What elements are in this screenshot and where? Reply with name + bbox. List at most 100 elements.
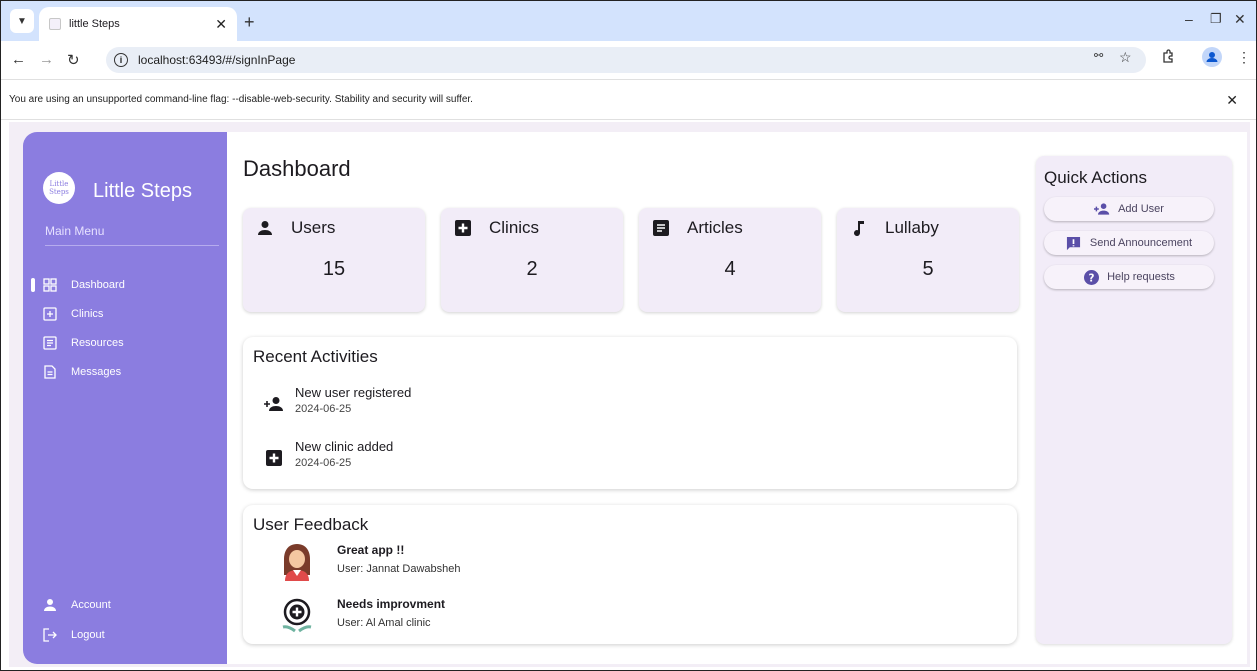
feedback-title: Great app !!: [337, 543, 405, 557]
minimize-icon[interactable]: –: [1185, 11, 1193, 27]
browser-tab[interactable]: little Steps ✕: [39, 7, 237, 41]
sidebar-item-dashboard[interactable]: Dashboard: [43, 273, 125, 297]
warning-infobar: You are using an unsupported command-lin…: [1, 79, 1256, 120]
bookmark-star-icon[interactable]: ☆: [1119, 49, 1132, 66]
stat-label: Lullaby: [885, 218, 939, 237]
activity-date: 2024-06-25: [295, 403, 352, 415]
stat-card-lullaby: Lullaby 5: [837, 208, 1019, 312]
sidebar-item-label: Dashboard: [71, 279, 125, 291]
active-indicator: [31, 278, 35, 292]
sidebar-item-label: Account: [71, 599, 111, 611]
person-icon: [43, 598, 57, 612]
activity-item: New clinic added 2024-06-25: [263, 439, 393, 469]
extensions-icon[interactable]: [1161, 49, 1175, 66]
browser-window: ▼ little Steps ✕ + – ❐ ✕ ← → ↻ i localho…: [0, 0, 1257, 671]
user-feedback-heading: User Feedback: [253, 515, 369, 534]
stat-value: 15: [322, 258, 346, 280]
sidebar-item-resources[interactable]: Resources: [43, 331, 124, 355]
window-close-icon[interactable]: ✕: [1234, 11, 1246, 28]
new-tab-button[interactable]: +: [244, 12, 255, 33]
activity-date: 2024-06-25: [295, 457, 352, 469]
app-logo: Little Steps: [43, 172, 75, 204]
tab-title: little Steps: [69, 18, 120, 30]
sidebar-item-label: Logout: [71, 629, 105, 641]
address-bar[interactable]: i localhost:63493/#/signInPage: [106, 47, 1146, 73]
activity-title: New clinic added: [295, 439, 394, 454]
add-user-button[interactable]: Add User: [1044, 197, 1214, 221]
activity-title: New user registered: [295, 385, 412, 400]
activity-item: New user registered 2024-06-25: [263, 385, 411, 415]
address-toolbar: ← → ↻ i localhost:63493/#/signInPage ⚯ ☆…: [1, 41, 1256, 79]
stat-label: Users: [291, 218, 336, 237]
feedback-item: Great app !! User: Jannat Dawabsheh: [277, 541, 461, 581]
sidebar-item-account[interactable]: Account: [43, 593, 111, 617]
stat-card-articles: Articles 4: [639, 208, 821, 312]
user-avatar-icon: [277, 541, 317, 581]
quick-actions-heading: Quick Actions: [1044, 168, 1147, 187]
stat-value: 2: [526, 258, 538, 280]
menu-kebab-icon[interactable]: ⋮: [1237, 49, 1251, 66]
page-title: Dashboard: [243, 156, 351, 181]
sidebar-item-label: Messages: [71, 366, 122, 378]
infobar-close-icon[interactable]: ✕: [1226, 92, 1238, 109]
site-info-icon[interactable]: i: [114, 53, 128, 67]
stat-value: 5: [922, 258, 934, 280]
sidebar-item-label: Clinics: [71, 308, 104, 320]
feedback-item: Needs improvment User: Al Amal clinic: [277, 595, 445, 635]
stat-card-users: Users 15: [243, 208, 425, 312]
stat-card-clinics: Clinics 2: [441, 208, 623, 312]
feedback-user: User: Al Amal clinic: [337, 617, 431, 629]
main-menu-heading: Main Menu: [45, 224, 105, 238]
feedback-title: Needs improvment: [337, 597, 446, 611]
forward-icon[interactable]: →: [39, 51, 54, 68]
help-icon: ?: [1083, 269, 1099, 285]
tab-bar: ▼ little Steps ✕ + – ❐ ✕: [1, 1, 1256, 41]
recent-activities-card: Recent Activities New user registered 20…: [243, 337, 1017, 489]
sidebar-item-logout[interactable]: Logout: [43, 623, 105, 647]
quick-actions-panel: Quick Actions Add User Send Announcement…: [1036, 156, 1232, 644]
file-icon: [43, 365, 57, 379]
logo-text: Little Steps: [49, 180, 69, 196]
article-icon: [653, 220, 669, 236]
favicon-icon: [49, 18, 61, 30]
send-announcement-label: Send Announcement: [1089, 237, 1193, 249]
sidebar-divider: [45, 245, 219, 246]
maximize-icon[interactable]: ❐: [1210, 11, 1222, 27]
tab-close-icon[interactable]: ✕: [215, 16, 227, 33]
main-content: Dashboard Users 15 Clinics 2 Articles 4 …: [227, 132, 1247, 664]
infobar-text: You are using an unsupported command-lin…: [9, 94, 473, 105]
clinic-logo-icon: [277, 595, 317, 635]
sidebar: Little Steps Little Steps Main Menu Dash…: [23, 132, 227, 664]
sidebar-item-messages[interactable]: Messages: [43, 360, 121, 384]
stat-label: Clinics: [489, 218, 540, 237]
password-key-icon[interactable]: ⚯: [1094, 49, 1103, 62]
profile-avatar-icon[interactable]: [1202, 47, 1222, 70]
help-requests-button[interactable]: ? Help requests: [1044, 265, 1214, 289]
music-note-icon: [851, 220, 867, 237]
svg-text:?: ?: [1088, 272, 1094, 284]
sidebar-item-clinics[interactable]: Clinics: [43, 302, 103, 326]
reload-icon[interactable]: ↻: [67, 51, 80, 69]
url-text: localhost:63493/#/signInPage: [138, 53, 296, 67]
stat-label: Articles: [687, 218, 743, 237]
recent-activities-heading: Recent Activities: [253, 347, 378, 366]
person-add-icon: [263, 393, 285, 415]
person-add-icon: [1094, 201, 1110, 217]
person-icon: [257, 220, 273, 236]
logout-icon: [43, 628, 57, 642]
sidebar-item-label: Resources: [71, 337, 124, 349]
help-requests-label: Help requests: [1107, 271, 1175, 283]
tab-list-button[interactable]: ▼: [10, 9, 34, 33]
brand-name: Little Steps: [93, 180, 192, 202]
dashboard-icon: [43, 278, 57, 292]
app-viewport: Little Steps Little Steps Main Menu Dash…: [9, 122, 1250, 667]
article-icon: [43, 336, 57, 350]
send-announcement-button[interactable]: Send Announcement: [1044, 231, 1214, 255]
announcement-icon: [1066, 235, 1082, 251]
back-icon[interactable]: ←: [11, 51, 26, 68]
add-box-icon: [455, 220, 471, 236]
stat-value: 4: [724, 258, 736, 280]
feedback-user: User: Jannat Dawabsheh: [337, 563, 461, 575]
add-box-icon: [263, 447, 285, 469]
user-feedback-card: User Feedback Great app !! User: Jannat …: [243, 505, 1017, 644]
